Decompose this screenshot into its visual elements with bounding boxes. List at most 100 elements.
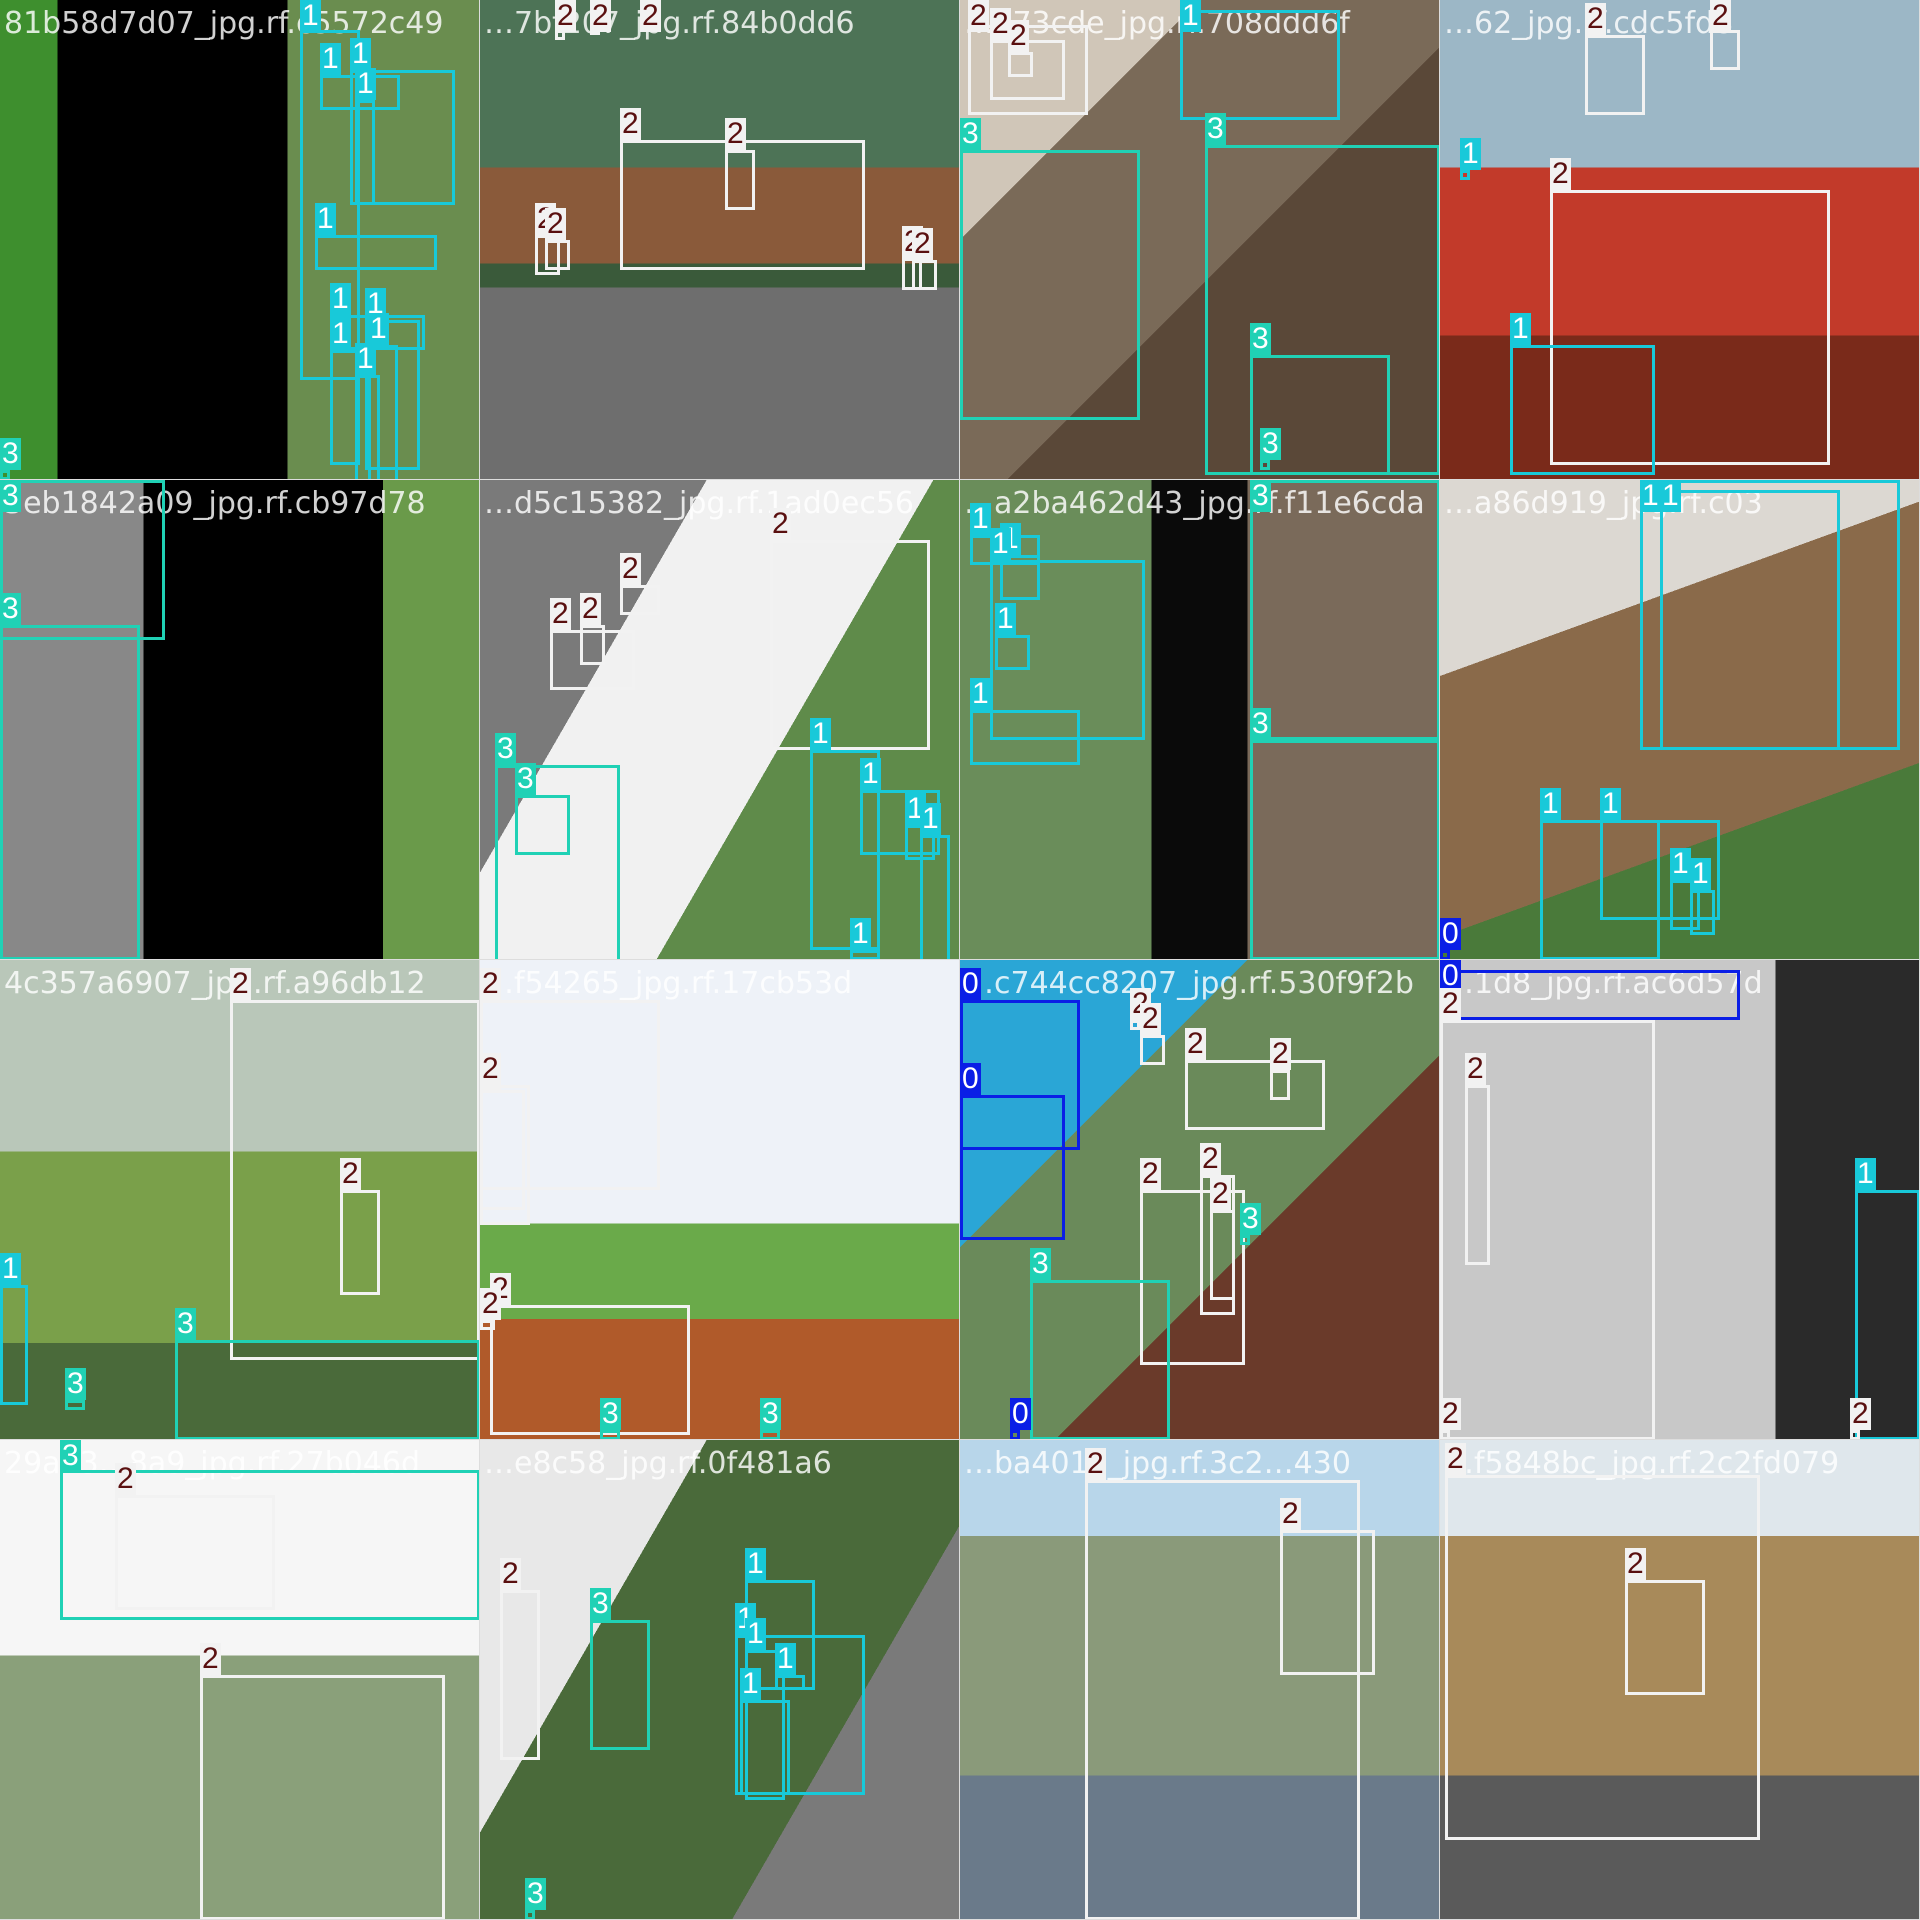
bbox-class-0 <box>960 1095 1065 1240</box>
bbox-class-2 <box>580 625 605 665</box>
bbox-class-1 <box>1660 480 1900 750</box>
bbox-class-3 <box>1240 1235 1250 1245</box>
bbox-class-2 <box>480 1320 495 1330</box>
bbox-label: 1 <box>745 1617 766 1650</box>
bbox-label: 1 <box>1460 137 1481 170</box>
bbox-class-1 <box>1510 345 1655 475</box>
bbox-class-3 <box>1030 1280 1170 1439</box>
bbox-label: 1 <box>1600 787 1621 820</box>
bbox-class-2 <box>770 540 930 750</box>
bbox-class-2 <box>725 150 755 210</box>
bbox-class-2 <box>480 1085 530 1225</box>
bbox-class-2 <box>912 260 937 290</box>
bbox-class-0 <box>1440 950 1450 959</box>
bbox-label: 2 <box>200 1642 221 1675</box>
bbox-label: 2 <box>1625 1547 1646 1580</box>
bbox-label: 1 <box>1670 847 1691 880</box>
bbox-label: 1 <box>745 1547 766 1580</box>
bbox-label: 3 <box>1250 480 1271 512</box>
bbox-label: 3 <box>495 732 516 765</box>
bbox-class-2 <box>1625 1580 1705 1695</box>
bbox-label: 1 <box>775 1642 796 1675</box>
bbox-label: 3 <box>0 592 21 625</box>
bbox-label: 2 <box>590 0 611 32</box>
bbox-class-3 <box>760 1430 780 1439</box>
bbox-class-1 <box>315 235 437 270</box>
bbox-class-3 <box>525 1910 535 1919</box>
bbox-label: 2 <box>115 1462 136 1495</box>
mosaic-tile-holstein-cow-field: 4c357a6907_jpg.rf.a96db12 2 2 1 3 3 <box>0 960 480 1440</box>
bbox-label: 1 <box>1640 480 1661 512</box>
bbox-class-3 <box>515 795 570 855</box>
bbox-class-3 <box>1250 480 1439 740</box>
tile-photo <box>480 1440 959 1919</box>
bbox-class-1 <box>740 1700 790 1795</box>
bbox-label: 2 <box>968 0 989 32</box>
bbox-class-2 <box>1465 1085 1490 1265</box>
bbox-label: 0 <box>1440 917 1461 950</box>
bbox-label: 1 <box>320 42 341 75</box>
bbox-label: 2 <box>1440 1397 1461 1430</box>
bbox-label: 2 <box>555 0 576 32</box>
mosaic-tile-coyote-closeup: …e73cde_jpg.rf.708ddd6f 2 2 2 1 3 3 3 3 <box>960 0 1440 480</box>
bbox-label: 2 <box>480 967 501 1000</box>
bbox-class-2 <box>490 1305 690 1435</box>
bbox-label: 1 <box>355 67 376 100</box>
bbox-label: 1 <box>740 1667 761 1700</box>
bbox-class-1 <box>1690 890 1715 935</box>
bbox-label: 1 <box>995 602 1016 635</box>
bbox-label: 2 <box>480 1287 501 1320</box>
bbox-class-3 <box>0 625 140 959</box>
bbox-label: 2 <box>1280 1497 1301 1530</box>
bbox-class-3 <box>0 480 165 640</box>
bbox-label: 1 <box>355 342 376 375</box>
bbox-class-2 <box>1270 1070 1290 1100</box>
bbox-label: 3 <box>0 437 21 470</box>
bbox-class-1 <box>355 375 380 479</box>
mosaic-tile-cat-black-white-red-blanket: …62_jpg.rf.cdc5fd822211 <box>1440 0 1920 480</box>
bbox-label: 2 <box>770 507 791 540</box>
bbox-label: 2 <box>1445 1442 1466 1475</box>
bbox-label: 2 <box>1140 1002 1161 1035</box>
bbox-label: 1 <box>1855 1157 1876 1190</box>
bbox-class-2 <box>1280 1530 1375 1675</box>
bbox-class-2 <box>1440 1430 1450 1439</box>
bbox-label: 2 <box>1550 157 1571 190</box>
bbox-class-2 <box>1185 1060 1325 1130</box>
bbox-label: 0 <box>1010 1397 1031 1430</box>
bbox-label: 1 <box>1180 0 1201 32</box>
bbox-class-1 <box>920 835 950 959</box>
bbox-class-0 <box>1010 1430 1020 1439</box>
bbox-class-2 <box>1710 30 1740 70</box>
mosaic-tile-cows-bright-sky: …f54265_jpg.rf.17cb53d2222233 <box>480 960 960 1440</box>
bbox-label: 2 <box>1270 1037 1291 1070</box>
bbox-label: 3 <box>760 1397 781 1430</box>
bbox-label: 2 <box>1465 1052 1486 1085</box>
bbox-class-0 <box>1440 970 1740 1020</box>
mosaic-tile-cow-reflection-upside: …ba4012_jpg.rf.3c2…430 2 2 <box>960 1440 1440 1920</box>
bbox-class-2 <box>500 1590 540 1760</box>
bbox-label: 2 <box>725 117 746 150</box>
bbox-class-3 <box>65 1400 85 1410</box>
bbox-label: 1 <box>850 917 871 950</box>
bbox-label: 3 <box>1260 427 1281 460</box>
bbox-label: 1 <box>368 312 389 345</box>
bbox-class-1 <box>1180 10 1340 120</box>
mosaic-tile-cow-reflection-water: …7bf207_jpg.rf.84b0dd6222222222 <box>480 0 960 480</box>
bbox-label: 3 <box>1240 1202 1261 1235</box>
bbox-label: 2 <box>640 0 661 32</box>
mosaic-tile-cat-closeup-tag: …a86d919_jpg.rf.c03 1 1 1 1 1 1 0 <box>1440 480 1920 960</box>
bbox-class-2 <box>1585 35 1645 115</box>
mosaic-tile-coyote-white-cow-bottom: 29a13…8a9_jpg.rf.27b046d 3 2 2 <box>0 1440 480 1920</box>
bbox-class-2 <box>1130 1020 1140 1030</box>
bbox-label: 2 <box>1210 1177 1231 1210</box>
mosaic-tile-upside-cow-coyote-kittens: …e8c58_jpg.rf.0f481a623311111 <box>480 1440 960 1920</box>
bbox-class-2 <box>1445 1475 1760 1840</box>
bbox-label: 1 <box>300 0 321 32</box>
bbox-label: 3 <box>60 1440 81 1472</box>
detection-mosaic: 81b58d7d07_jpg.rf.c5572c49 1 1 1 1 1 1 1 1 1 1 3 …7b… <box>0 0 1920 1920</box>
bbox-class-2 <box>620 585 660 615</box>
bbox-class-1 <box>355 100 375 205</box>
bbox-class-1 <box>970 710 1080 765</box>
bbox-class-2 <box>115 1495 275 1610</box>
